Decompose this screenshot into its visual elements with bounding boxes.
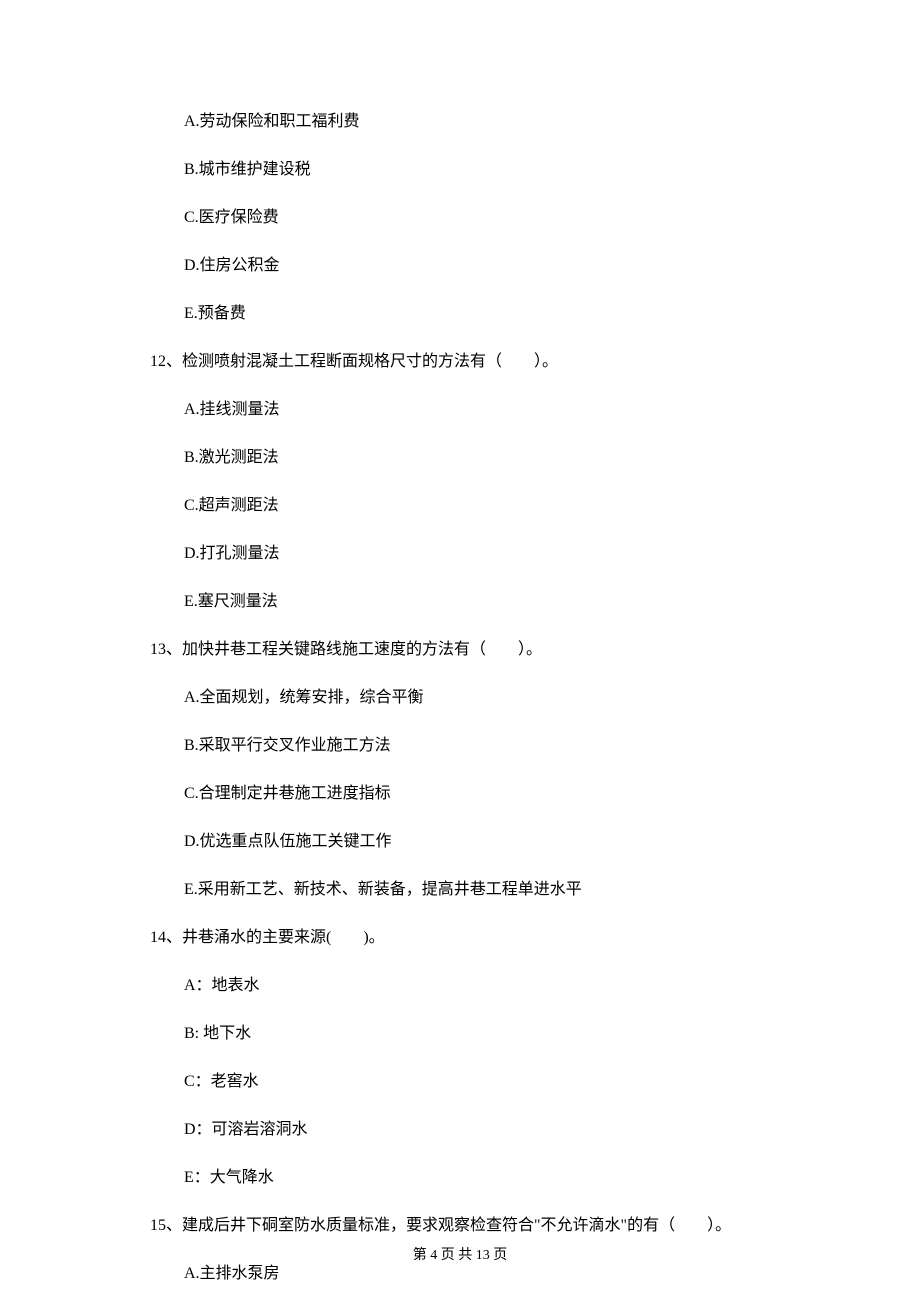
q14-stem: 14、井巷涌水的主要来源( )。 — [150, 926, 770, 950]
q14-option-e: E：大气降水 — [184, 1166, 770, 1190]
q13-option-e: E.采用新工艺、新技术、新装备，提高井巷工程单进水平 — [184, 878, 770, 902]
q11-option-c: C.医疗保险费 — [184, 206, 770, 230]
q14-option-d: D：可溶岩溶洞水 — [184, 1118, 770, 1142]
q13-option-a: A.全面规划，统筹安排，综合平衡 — [184, 686, 770, 710]
q13-stem: 13、加快井巷工程关键路线施工速度的方法有（ ）。 — [150, 638, 770, 662]
q12-option-b: B.激光测距法 — [184, 446, 770, 470]
q14-option-c: C：老窖水 — [184, 1070, 770, 1094]
q11-option-d: D.住房公积金 — [184, 254, 770, 278]
q13-option-d: D.优选重点队伍施工关键工作 — [184, 830, 770, 854]
q12-stem: 12、检测喷射混凝土工程断面规格尺寸的方法有（ ）。 — [150, 350, 770, 374]
q11-option-a: A.劳动保险和职工福利费 — [184, 110, 770, 134]
q15-stem: 15、建成后井下硐室防水质量标准，要求观察检查符合"不允许滴水"的有（ ）。 — [150, 1214, 770, 1238]
q13-option-c: C.合理制定井巷施工进度指标 — [184, 782, 770, 806]
q11-option-b: B.城市维护建设税 — [184, 158, 770, 182]
q11-option-e: E.预备费 — [184, 302, 770, 326]
q12-option-e: E.塞尺测量法 — [184, 590, 770, 614]
q12-option-d: D.打孔测量法 — [184, 542, 770, 566]
q12-option-c: C.超声测距法 — [184, 494, 770, 518]
q12-option-a: A.挂线测量法 — [184, 398, 770, 422]
q14-option-b: B: 地下水 — [184, 1022, 770, 1046]
page-content: A.劳动保险和职工福利费 B.城市维护建设税 C.医疗保险费 D.住房公积金 E… — [0, 0, 920, 1286]
q14-option-a: A：地表水 — [184, 974, 770, 998]
q13-option-b: B.采取平行交叉作业施工方法 — [184, 734, 770, 758]
page-footer: 第 4 页 共 13 页 — [0, 1244, 920, 1264]
q15-option-a: A.主排水泵房 — [184, 1262, 770, 1286]
